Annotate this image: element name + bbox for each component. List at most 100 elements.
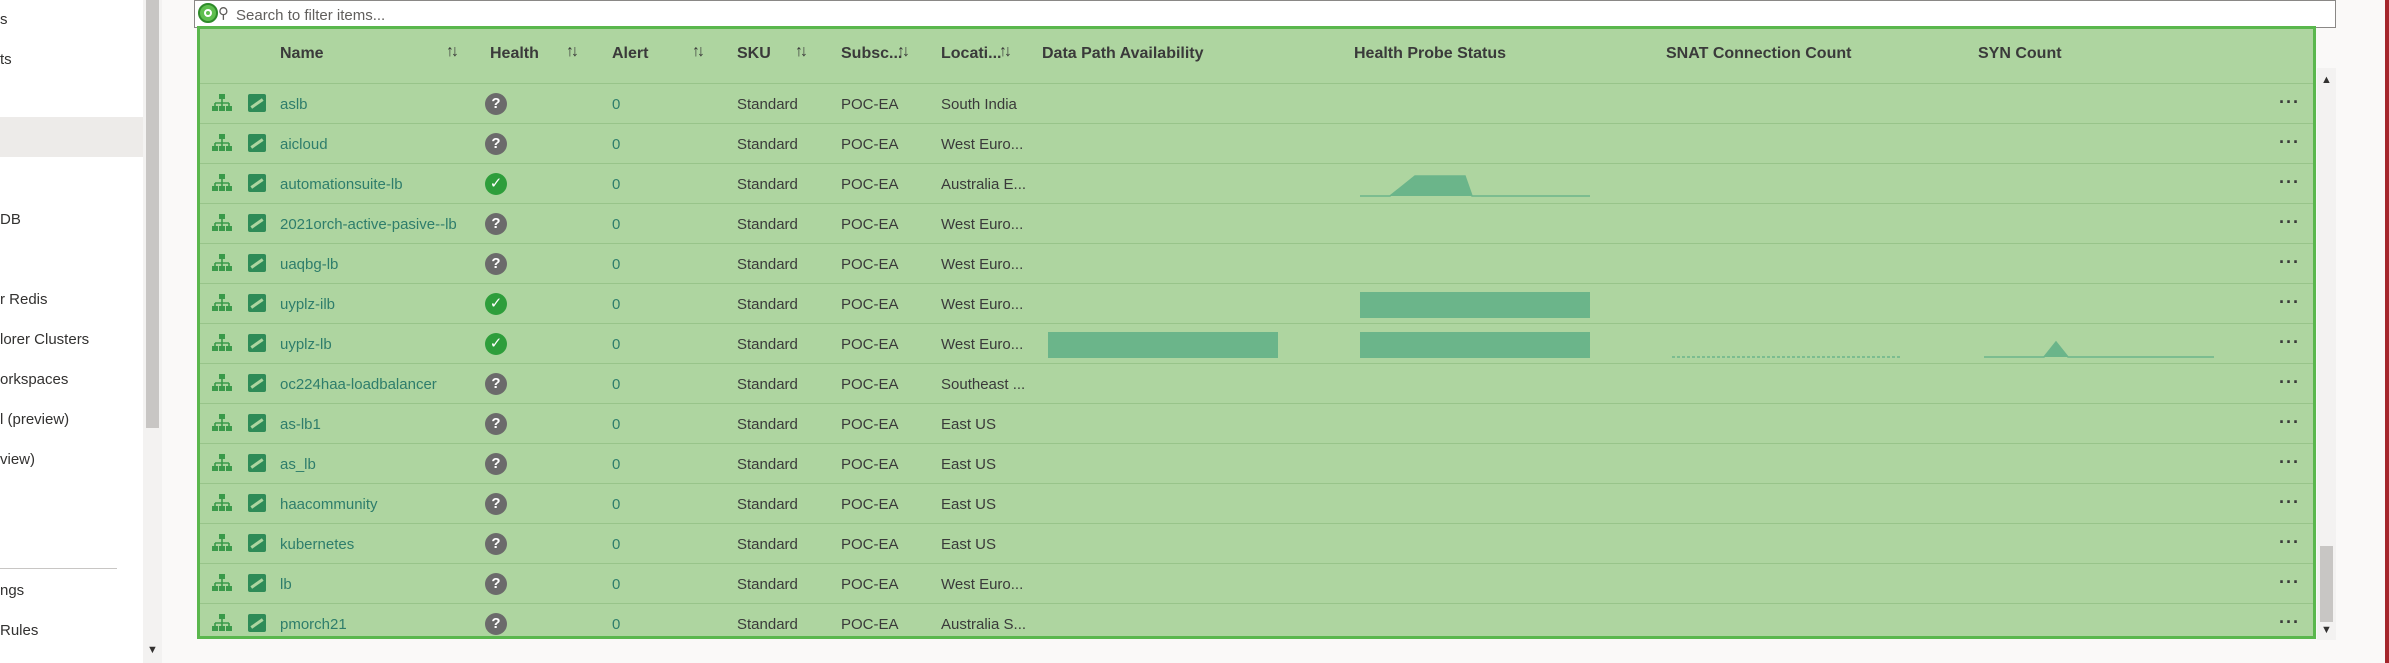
- resource-name-link[interactable]: as_lb: [280, 456, 316, 473]
- more-ellipsis-icon[interactable]: ···: [2279, 92, 2300, 113]
- sidebar-item[interactable]: l (preview): [0, 400, 69, 440]
- more-ellipsis-icon[interactable]: ···: [2279, 612, 2300, 633]
- col-sku-header[interactable]: SKU: [737, 45, 771, 63]
- col-alert-header[interactable]: Alert: [612, 45, 648, 63]
- sidebar-item[interactable]: s: [0, 0, 8, 40]
- target-filter-icon[interactable]: [198, 3, 218, 23]
- metrics-chart-icon[interactable]: [248, 454, 266, 472]
- table-row[interactable]: uaqbg-lb? 0 Standard POC-EA West Euro... ···: [200, 243, 2313, 284]
- resource-name-link[interactable]: uyplz-ilb: [280, 296, 335, 313]
- table-row[interactable]: 2021orch-active-pasive--lb? 0 Standard POC-…: [200, 203, 2313, 244]
- alert-count[interactable]: 0: [612, 136, 620, 153]
- scroll-down-arrow-icon[interactable]: ▼: [2321, 624, 2332, 636]
- metrics-chart-icon[interactable]: [248, 614, 266, 632]
- resource-name-link[interactable]: lb: [280, 576, 292, 593]
- table-row[interactable]: automationsuite-lb ✓ 0 Standard POC-EA Austra…: [200, 163, 2313, 204]
- alert-count[interactable]: 0: [612, 336, 620, 353]
- sidebar-scrollbar[interactable]: ▼: [143, 0, 162, 663]
- alert-count[interactable]: 0: [612, 416, 620, 433]
- sidebar-item[interactable]: view): [0, 440, 35, 480]
- alert-count[interactable]: 0: [612, 376, 620, 393]
- sidebar-scrollbar-thumb[interactable]: [146, 0, 159, 428]
- alert-count[interactable]: 0: [612, 496, 620, 513]
- sort-arrows-icon[interactable]: ↑↓: [692, 43, 705, 61]
- resource-name-link[interactable]: automationsuite-lb: [280, 176, 403, 193]
- table-row[interactable]: pmorch21? 0 Standard POC-EA Australia S... ··…: [200, 603, 2313, 636]
- sidebar-item[interactable]: DB: [0, 200, 21, 240]
- resource-name-link[interactable]: uaqbg-lb: [280, 256, 338, 273]
- sidebar-item[interactable]: Rules: [0, 611, 38, 651]
- resource-name-link[interactable]: aslb: [280, 96, 308, 113]
- table-row[interactable]: lb? 0 Standard POC-EA West Euro... ···: [200, 563, 2313, 604]
- table-row[interactable]: as-lb1? 0 Standard POC-EA East US ···: [200, 403, 2313, 444]
- resource-name-link[interactable]: kubernetes: [280, 536, 354, 553]
- more-ellipsis-icon[interactable]: ···: [2279, 492, 2300, 513]
- more-ellipsis-icon[interactable]: ···: [2279, 332, 2300, 353]
- alert-count[interactable]: 0: [612, 616, 620, 633]
- sort-arrows-icon[interactable]: ↑↓: [795, 43, 808, 61]
- sidebar-item[interactable]: ts: [0, 40, 12, 80]
- sidebar-item[interactable]: lorer Clusters: [0, 320, 89, 360]
- more-ellipsis-icon[interactable]: ···: [2279, 292, 2300, 313]
- table-row[interactable]: aslb? 0 Standard POC-EA South India ···: [200, 83, 2313, 124]
- more-ellipsis-icon[interactable]: ···: [2279, 172, 2300, 193]
- col-location-header[interactable]: Locati...: [941, 45, 1001, 63]
- table-row[interactable]: as_lb? 0 Standard POC-EA East US ···: [200, 443, 2313, 484]
- more-ellipsis-icon[interactable]: ···: [2279, 452, 2300, 473]
- more-ellipsis-icon[interactable]: ···: [2279, 572, 2300, 593]
- table-row[interactable]: kubernetes? 0 Standard POC-EA East US ···: [200, 523, 2313, 564]
- more-ellipsis-icon[interactable]: ···: [2279, 412, 2300, 433]
- sidebar-item[interactable]: [0, 117, 143, 157]
- metrics-chart-icon[interactable]: [248, 294, 266, 312]
- sort-arrows-icon[interactable]: ↑↓: [566, 43, 579, 61]
- alert-count[interactable]: 0: [612, 456, 620, 473]
- resource-name-link[interactable]: pmorch21: [280, 616, 347, 633]
- sort-arrows-icon[interactable]: ↑↓: [897, 43, 910, 61]
- resource-name-link[interactable]: aicloud: [280, 136, 328, 153]
- sort-arrows-icon[interactable]: ↑↓: [999, 43, 1012, 61]
- metrics-chart-icon[interactable]: [248, 134, 266, 152]
- metrics-chart-icon[interactable]: [248, 374, 266, 392]
- alert-count[interactable]: 0: [612, 176, 620, 193]
- table-row[interactable]: oc224haa-loadbalancer? 0 Standard POC-EA Sou…: [200, 363, 2313, 404]
- sidebar-item[interactable]: orkspaces: [0, 360, 68, 400]
- scroll-down-arrow-icon[interactable]: ▼: [147, 644, 158, 656]
- metrics-chart-icon[interactable]: [248, 94, 266, 112]
- alert-count[interactable]: 0: [612, 296, 620, 313]
- metrics-chart-icon[interactable]: [248, 414, 266, 432]
- col-health-header[interactable]: Health: [490, 45, 539, 63]
- more-ellipsis-icon[interactable]: ···: [2279, 132, 2300, 153]
- resource-name-link[interactable]: 2021orch-active-pasive--lb: [280, 216, 457, 233]
- grid-scrollbar-thumb[interactable]: [2320, 546, 2333, 622]
- resource-name-link[interactable]: oc224haa-loadbalancer: [280, 376, 437, 393]
- alert-count[interactable]: 0: [612, 256, 620, 273]
- metrics-chart-icon[interactable]: [248, 214, 266, 232]
- table-row[interactable]: uyplz-ilb ✓ 0 Standard POC-EA West Euro... ···: [200, 283, 2313, 324]
- resource-name-link[interactable]: as-lb1: [280, 416, 321, 433]
- sidebar-item[interactable]: ngs: [0, 571, 24, 611]
- alert-count[interactable]: 0: [612, 96, 620, 113]
- more-ellipsis-icon[interactable]: ···: [2279, 252, 2300, 273]
- alert-count[interactable]: 0: [612, 216, 620, 233]
- metrics-chart-icon[interactable]: [248, 494, 266, 512]
- metrics-chart-icon[interactable]: [248, 534, 266, 552]
- sidebar-item[interactable]: r Redis: [0, 280, 48, 320]
- alert-count[interactable]: 0: [612, 576, 620, 593]
- col-name-header[interactable]: Name: [280, 45, 324, 63]
- metrics-chart-icon[interactable]: [248, 174, 266, 192]
- resource-name-link[interactable]: haacommunity: [280, 496, 378, 513]
- metrics-chart-icon[interactable]: [248, 254, 266, 272]
- metrics-chart-icon[interactable]: [248, 334, 266, 352]
- table-row[interactable]: aicloud? 0 Standard POC-EA West Euro... ···: [200, 123, 2313, 164]
- alert-count[interactable]: 0: [612, 536, 620, 553]
- resource-name-link[interactable]: uyplz-lb: [280, 336, 332, 353]
- more-ellipsis-icon[interactable]: ···: [2279, 212, 2300, 233]
- scroll-up-arrow-icon[interactable]: ▲: [2321, 74, 2332, 86]
- sort-arrows-icon[interactable]: ↑↓: [446, 43, 459, 61]
- more-ellipsis-icon[interactable]: ···: [2279, 372, 2300, 393]
- table-row[interactable]: uyplz-lb ✓ 0 Standard POC-EA West Euro... ···: [200, 323, 2313, 364]
- metrics-chart-icon[interactable]: [248, 574, 266, 592]
- grid-scrollbar[interactable]: ▲ ▼: [2317, 68, 2336, 640]
- table-row[interactable]: haacommunity? 0 Standard POC-EA East US ···: [200, 483, 2313, 524]
- search-input[interactable]: [234, 3, 2318, 27]
